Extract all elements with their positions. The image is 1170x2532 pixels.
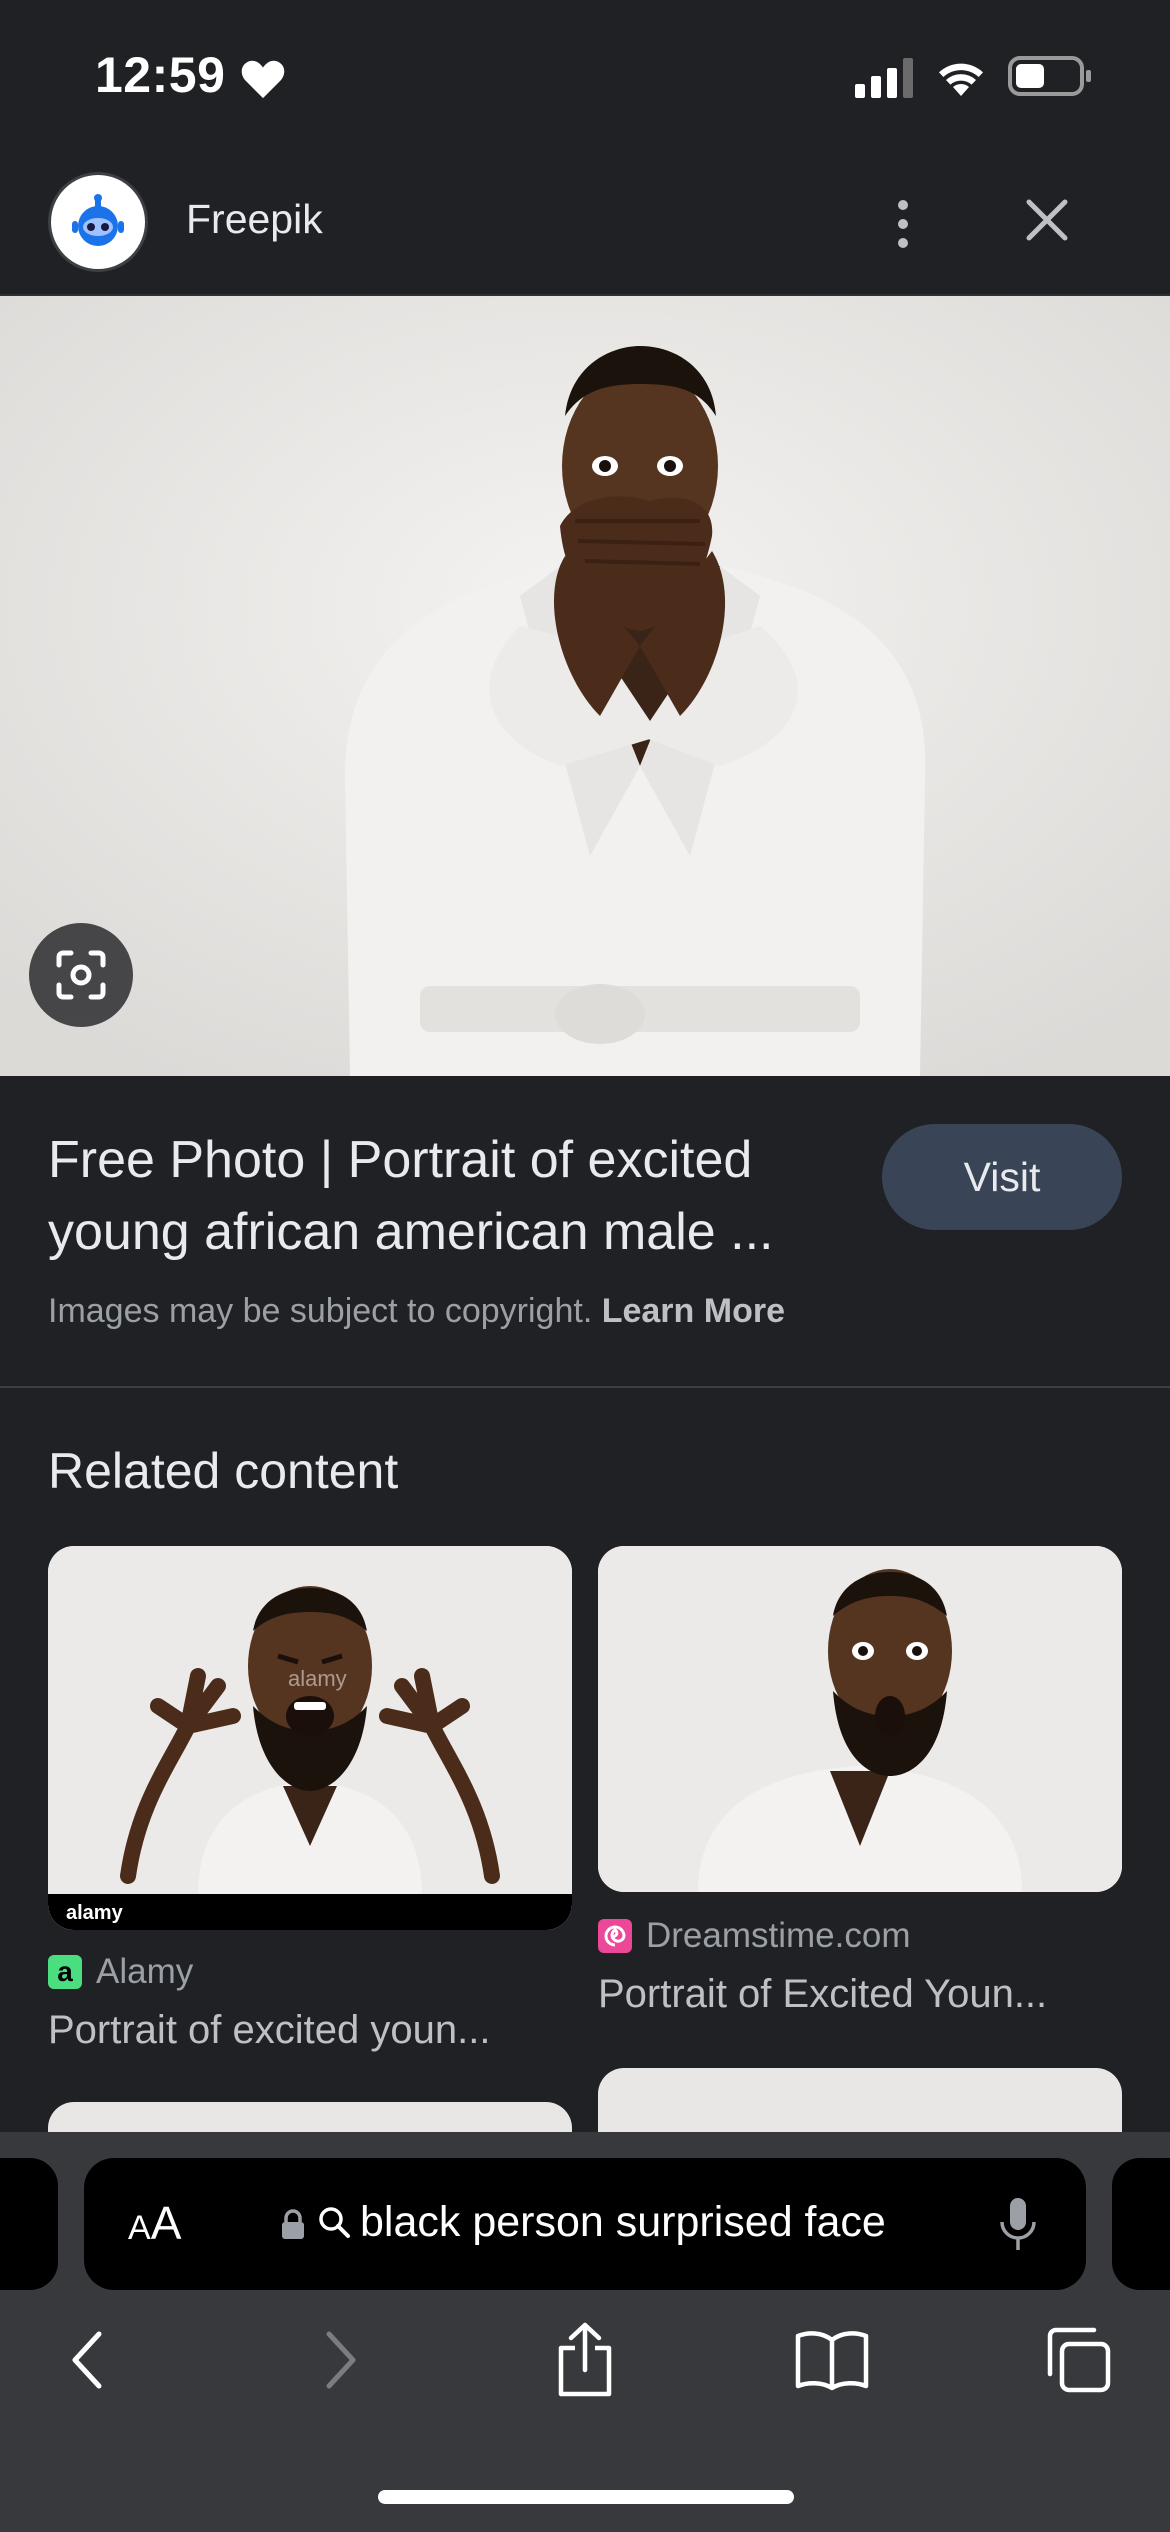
signal-icon <box>855 58 913 98</box>
search-icon <box>319 2207 350 2238</box>
related-source-2[interactable]: Dreamstime.com <box>598 1916 910 1956</box>
text-size-button[interactable]: AA <box>128 2196 181 2250</box>
freepik-logo-icon <box>72 194 124 246</box>
dreamstime-favicon-icon <box>598 1919 632 1953</box>
alamy-favicon-icon: a <box>48 1955 82 1989</box>
related-image-2[interactable] <box>598 1546 1122 1892</box>
related-title-2[interactable]: Portrait of Excited Youn... <box>598 1972 1122 2017</box>
next-tab-peek[interactable] <box>1112 2158 1170 2290</box>
text-size-large-a: A <box>150 2197 182 2249</box>
copyright-text: Images may be subject to copyright. <box>48 1292 593 1330</box>
watermark-text: alamy <box>288 1666 347 1691</box>
site-name[interactable]: Freepik <box>186 196 323 243</box>
address-text[interactable]: black person surprised face <box>360 2198 886 2247</box>
visit-button[interactable]: Visit <box>882 1124 1122 1230</box>
learn-more-link[interactable]: Learn More <box>602 1292 785 1330</box>
photo-man-surprised <box>598 1546 1122 1892</box>
bookmarks-button[interactable] <box>792 2320 872 2400</box>
status-time: 12:59 <box>95 47 226 103</box>
related-image-1[interactable]: alamy alamy <box>48 1546 572 1930</box>
battery-icon <box>1008 56 1091 96</box>
image-viewer-header: Freepik <box>0 168 1170 296</box>
lock-icon <box>282 2209 304 2239</box>
close-icon[interactable] <box>1015 188 1079 252</box>
microphone-icon[interactable] <box>996 2194 1040 2254</box>
screen: 12:59 Freepik Free Photo | Portrait of e… <box>0 0 1170 2532</box>
forward-button[interactable] <box>300 2320 380 2400</box>
chevron-right-icon <box>326 2331 356 2389</box>
site-logo[interactable] <box>48 172 148 272</box>
related-title-1[interactable]: Portrait of excited youn... <box>48 2008 572 2053</box>
tabs-button[interactable] <box>1038 2320 1118 2400</box>
related-source-1[interactable]: a Alamy <box>48 1952 193 1992</box>
tabs-icon <box>1047 2327 1111 2393</box>
previous-tab-peek[interactable] <box>0 2158 58 2290</box>
back-button[interactable] <box>48 2320 128 2400</box>
lens-icon <box>56 950 106 1000</box>
chevron-left-icon <box>72 2331 102 2389</box>
related-source-name: Alamy <box>96 1952 194 1991</box>
photo-man-covering-mouth <box>0 296 1170 1076</box>
related-source-name: Dreamstime.com <box>646 1916 911 1955</box>
divider <box>0 1386 1170 1388</box>
swirl-icon <box>604 1925 626 1947</box>
status-bar: 12:59 <box>0 0 1170 150</box>
home-indicator[interactable] <box>378 2490 794 2504</box>
copyright-notice: Images may be subject to copyright. Lear… <box>48 1292 785 1331</box>
share-button[interactable] <box>545 2320 625 2400</box>
text-size-small-a: A <box>128 2209 151 2247</box>
share-icon <box>558 2322 612 2397</box>
preview-image[interactable] <box>0 296 1170 1076</box>
heart-icon <box>241 60 285 99</box>
related-content-heading: Related content <box>48 1443 399 1499</box>
more-options-icon[interactable] <box>875 186 931 262</box>
image-title[interactable]: Free Photo | Portrait of excited young a… <box>48 1124 868 1268</box>
watermark-footer: alamy <box>66 1902 124 1924</box>
photo-man-screaming: alamy alamy <box>48 1546 572 1930</box>
google-lens-button[interactable] <box>29 923 133 1027</box>
address-bar[interactable]: AA black person surprised face <box>84 2158 1086 2290</box>
book-icon <box>795 2331 869 2391</box>
wifi-icon <box>939 63 983 96</box>
